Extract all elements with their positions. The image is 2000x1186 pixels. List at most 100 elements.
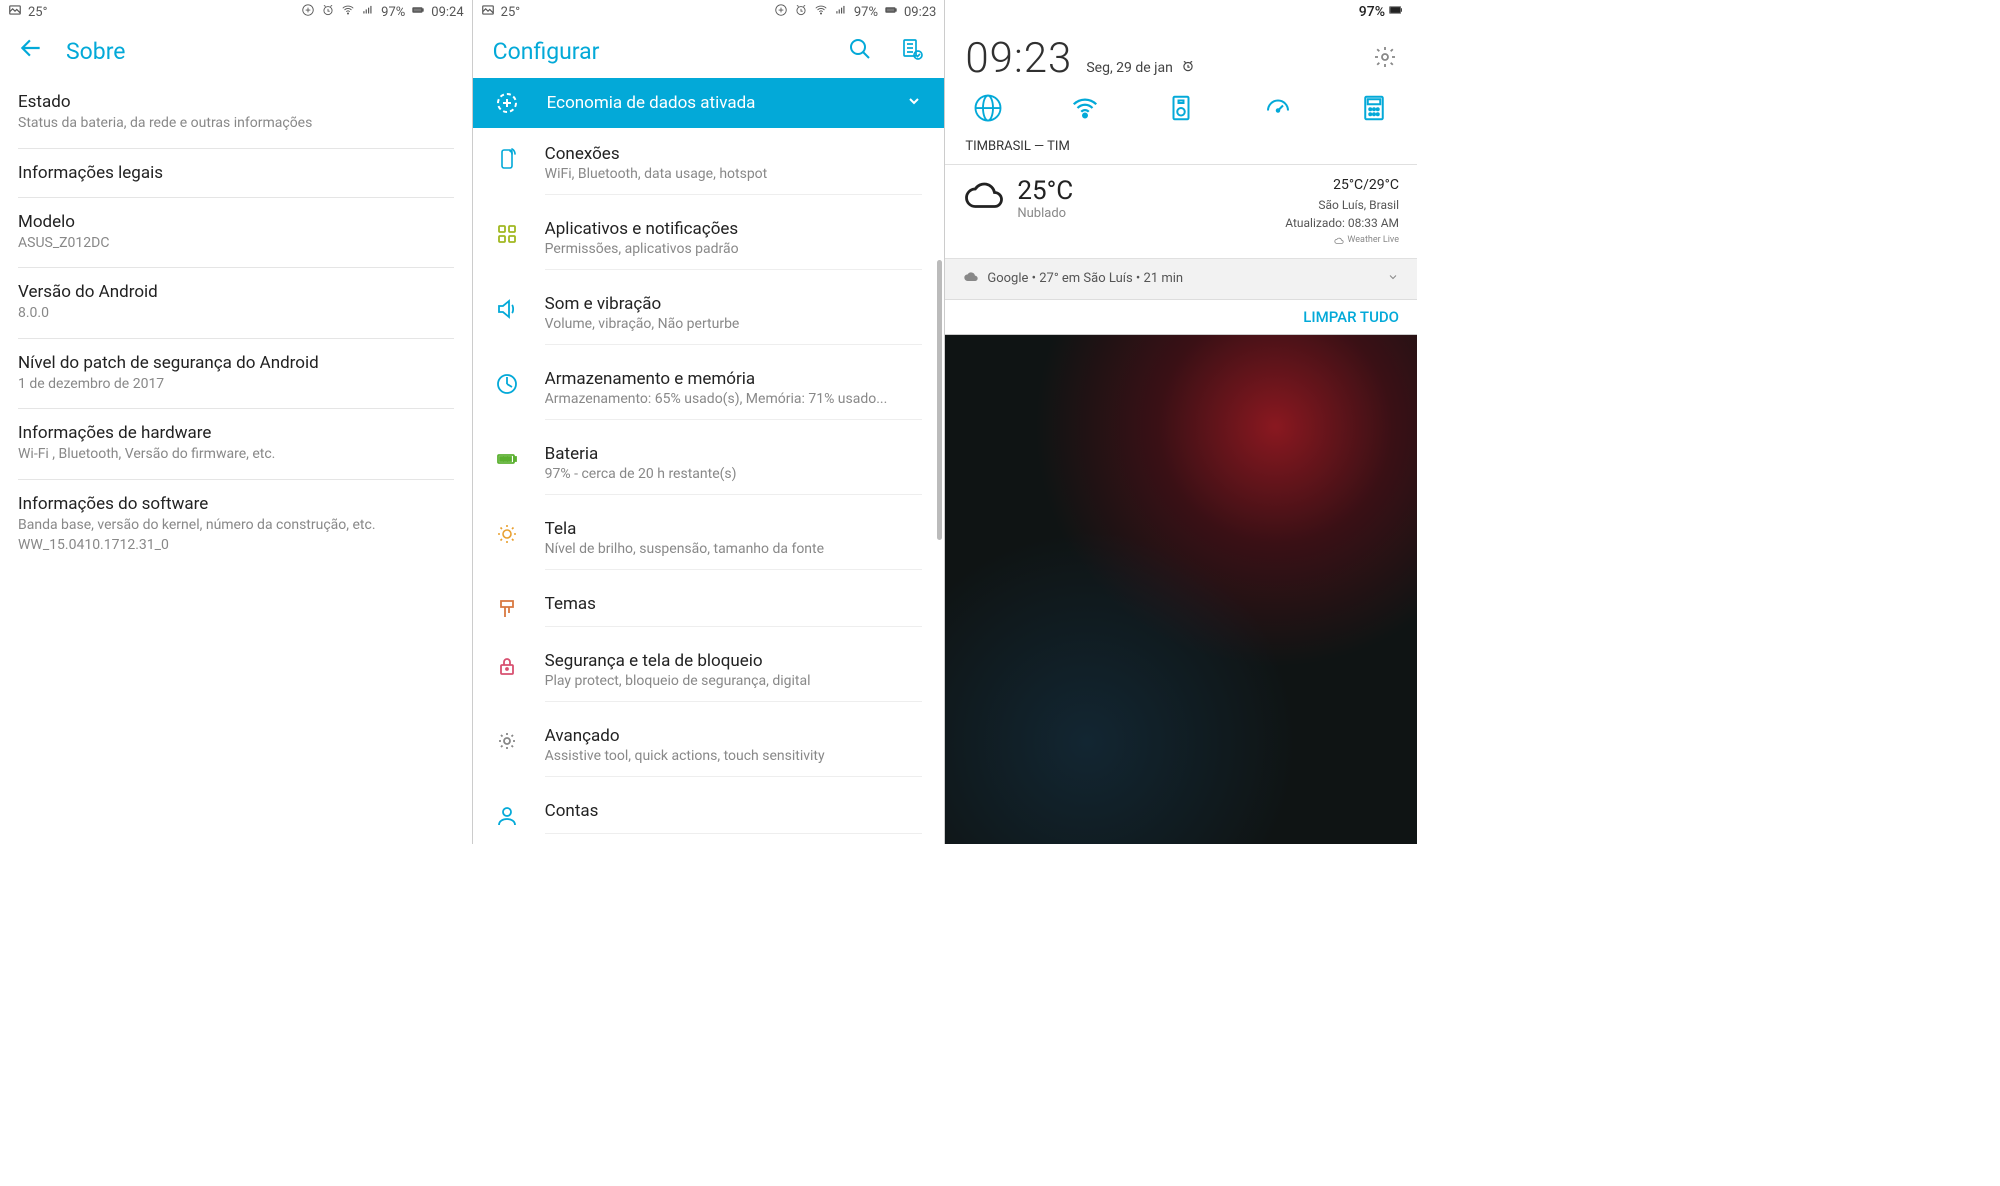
item-title: Contas — [545, 801, 923, 821]
pane-quick-settings: 97% 09:23 Seg, 29 de jan — [945, 0, 1417, 844]
data-saver-icon — [495, 91, 519, 115]
item-title: Tela — [545, 519, 923, 539]
status-temp: 25° — [28, 5, 47, 20]
settings-item[interactable]: Tela Nível de brilho, suspensão, tamanho … — [473, 507, 945, 582]
item-subtitle: Permissões, aplicativos padrão — [545, 241, 923, 257]
qs-wifi-icon[interactable] — [1070, 93, 1100, 123]
alarm-icon — [794, 3, 808, 21]
about-item[interactable]: Nível do patch de segurança do Android1 … — [18, 339, 454, 410]
background-blur — [945, 335, 1417, 845]
item-title: Bateria — [545, 444, 923, 464]
settings-list: Conexões WiFi, Bluetooth, data usage, hot… — [473, 128, 945, 844]
scrollbar[interactable] — [937, 260, 942, 540]
header: Sobre — [0, 24, 472, 78]
item-subtitle: 1 de dezembro de 2017 — [18, 375, 454, 395]
date: Seg, 29 de jan — [1086, 60, 1173, 76]
customize-icon[interactable] — [900, 37, 924, 65]
settings-item[interactable]: Temas — [473, 582, 945, 639]
status-bar: 97% — [945, 0, 1417, 24]
sound-icon — [495, 297, 519, 321]
pane-about: 25° 97% 09:24 Sobre EstadoStatus da bate… — [0, 0, 473, 844]
weather-source: Weather Live — [1347, 234, 1399, 248]
plus-circle-icon — [774, 3, 788, 21]
item-title: Conexões — [545, 144, 923, 164]
qs-mobile-data-icon[interactable] — [973, 93, 1003, 123]
data-saver-banner[interactable]: Economia de dados ativada — [473, 78, 945, 128]
item-subtitle: Nível de brilho, suspensão, tamanho da f… — [545, 541, 923, 557]
item-title: Versão do Android — [18, 282, 454, 302]
item-subtitle: WiFi, Bluetooth, data usage, hotspot — [545, 166, 923, 182]
item-subtitle: Status da bateria, da rede e outras info… — [18, 114, 454, 134]
qs-calculator-icon[interactable] — [1359, 93, 1389, 123]
apps-icon — [495, 222, 519, 246]
banner-text: Economia de dados ativada — [547, 93, 879, 113]
wifi-icon — [814, 3, 828, 21]
item-subtitle: Armazenamento: 65% usado(s), Memória: 71… — [545, 391, 923, 407]
item-subtitle: ASUS_Z012DC — [18, 234, 454, 254]
qs-sound-icon[interactable] — [1166, 93, 1196, 123]
item-title: Aplicativos e notificações — [545, 219, 923, 239]
status-temp: 25° — [501, 5, 520, 20]
settings-item[interactable]: AvançadoAssistive tool, quick actions, t… — [473, 714, 945, 789]
battery-icon — [884, 3, 898, 21]
settings-item[interactable]: Contas — [473, 789, 945, 844]
header: Configurar — [473, 24, 945, 78]
item-subtitle: 8.0.0 — [18, 304, 454, 324]
cloud-icon — [963, 269, 979, 289]
signal-icon — [361, 3, 375, 21]
about-item[interactable]: EstadoStatus da bateria, da rede e outra… — [18, 78, 454, 149]
back-icon[interactable] — [18, 35, 44, 68]
weather-condition: Nublado — [1017, 206, 1073, 221]
about-item[interactable]: Informações legais — [18, 149, 454, 198]
notification-row[interactable]: Google • 27° em São Luís • 21 min — [945, 259, 1417, 300]
settings-item[interactable]: Conexões WiFi, Bluetooth, data usage, hot… — [473, 132, 945, 207]
settings-item[interactable]: Bateria 97% - cerca de 20 h restante(s) — [473, 432, 945, 507]
item-subtitle: 97% - cerca de 20 h restante(s) — [545, 466, 923, 482]
item-title: Modelo — [18, 212, 454, 232]
battery-pct: 97% — [381, 5, 405, 20]
weather-widget[interactable]: 25°C Nublado 25°C/29°C São Luís, Brasil … — [945, 165, 1417, 259]
picture-icon — [481, 3, 495, 21]
item-title: Estado — [18, 92, 454, 112]
page-title: Sobre — [66, 38, 125, 65]
item-subtitle: Banda base, versão do kernel, número da … — [18, 516, 454, 555]
clear-all-button[interactable]: LIMPAR TUDO — [945, 300, 1417, 335]
battery-pct: 97% — [1359, 4, 1385, 20]
weather-location: São Luís, Brasil — [1285, 196, 1399, 214]
about-item[interactable]: Informações de hardwareWi-Fi , Bluetooth… — [18, 409, 454, 480]
about-item[interactable]: ModeloASUS_Z012DC — [18, 198, 454, 269]
gear-icon[interactable] — [1373, 45, 1397, 73]
about-list: EstadoStatus da bateria, da rede e outra… — [0, 78, 472, 569]
item-subtitle: Wi-Fi , Bluetooth, Versão do firmware, e… — [18, 445, 454, 465]
battery-icon — [1389, 3, 1403, 21]
lock-icon — [495, 654, 519, 678]
qs-data-usage-icon[interactable] — [1263, 93, 1293, 123]
page-title: Configurar — [493, 38, 600, 65]
search-icon[interactable] — [848, 37, 872, 65]
item-title: Som e vibração — [545, 294, 923, 314]
settings-item[interactable]: Som e vibraçãoVolume, vibração, Não pert… — [473, 282, 945, 357]
about-item[interactable]: Versão do Android8.0.0 — [18, 268, 454, 339]
about-item[interactable]: Informações do softwareBanda base, versã… — [18, 480, 454, 569]
alarm-icon — [1181, 59, 1195, 77]
settings-item[interactable]: Armazenamento e memória Armazenamento: 65… — [473, 357, 945, 432]
weather-temp: 25°C — [1017, 176, 1073, 206]
notification-text: Google • 27° em São Luís • 21 min — [987, 271, 1183, 286]
pane-settings: 25° 97% 09:23 Configurar Econom — [473, 0, 946, 844]
wifi-icon — [341, 3, 355, 21]
alarm-icon — [321, 3, 335, 21]
settings-item[interactable]: Aplicativos e notificações Permissões, ap… — [473, 207, 945, 282]
carrier-label: TIMBRASIL — TIM — [945, 133, 1417, 165]
clock: 09:23 — [965, 34, 1072, 83]
item-title: Informações legais — [18, 163, 454, 183]
battery-icon — [411, 3, 425, 21]
settings-item[interactable]: Segurança e tela de bloqueioPlay protect… — [473, 639, 945, 714]
weather-updated: Atualizado: 08:33 AM — [1285, 214, 1399, 232]
status-time: 09:24 — [431, 5, 463, 20]
cloud-icon — [963, 175, 1005, 221]
display-icon — [495, 522, 519, 546]
themes-icon — [495, 597, 519, 621]
item-title: Informações de hardware — [18, 423, 454, 443]
picture-icon — [8, 3, 22, 21]
item-title: Armazenamento e memória — [545, 369, 923, 389]
